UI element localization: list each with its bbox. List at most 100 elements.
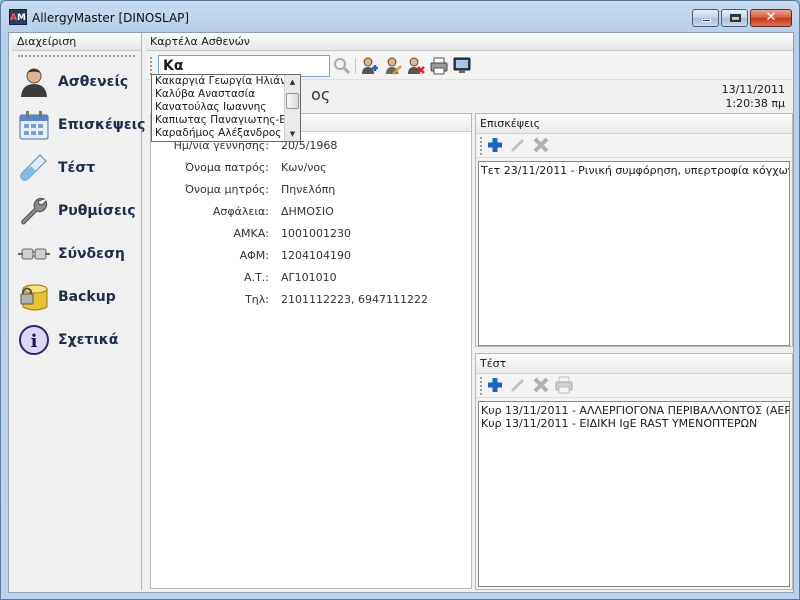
sidebar-item-backup[interactable]: Backup <box>18 277 142 317</box>
tests-list[interactable]: Κυρ 13/11/2011 - ΑΛΛΕΡΓΙΟΓΟΝΑ ΠΕΡΙΒΑΛΛΟΝ… <box>478 401 790 587</box>
toolbar-grip[interactable] <box>480 137 483 155</box>
close-icon: ✕ <box>765 10 777 25</box>
current-date: 13/11/2011 <box>721 83 785 96</box>
pencil-icon <box>510 138 525 153</box>
visits-toolbar <box>476 134 792 158</box>
list-item[interactable]: Κυρ 13/11/2011 - ΑΛΛΕΡΓΙΟΓΟΝΑ ΠΕΡΙΒΑΛΛΟΝ… <box>481 404 789 417</box>
sidebar-item-settings[interactable]: Ρυθμίσεις <box>18 191 142 231</box>
sidebar-item-patients[interactable]: Ασθενείς <box>18 62 142 102</box>
delete-user-icon <box>408 57 425 74</box>
maximize-icon <box>730 14 741 22</box>
minimize-icon <box>702 19 711 22</box>
delete-visit-button[interactable] <box>532 136 550 154</box>
detail-field: Όνομα πατρός: Κων/νος <box>151 161 471 177</box>
visits-list[interactable]: Τετ 23/11/2011 - Ρινική συμφόρηση, υπερτ… <box>478 161 790 346</box>
sidebar-item-label: Επισκέψεις <box>58 117 146 133</box>
scroll-up-icon[interactable]: ▲ <box>285 75 300 89</box>
delete-test-button[interactable] <box>532 376 550 394</box>
delete-patient-button[interactable] <box>407 57 425 75</box>
detail-field: Ασφάλεια: ΔΗΜΟΣΙΟ <box>151 205 471 221</box>
delete-x-icon <box>533 137 549 153</box>
close-button[interactable]: ✕ <box>750 9 792 27</box>
patient-autocomplete-dropdown[interactable]: Κακαργιά Γεωργία Ηλιάνα Καλύβα Αναστασία Κ… <box>151 74 301 142</box>
autocomplete-item[interactable]: Καλύβα Αναστασία <box>152 88 284 101</box>
app-logo-icon[interactable]: AM <box>9 9 27 25</box>
printer-icon <box>555 376 573 394</box>
scroll-down-icon[interactable]: ▼ <box>285 127 300 141</box>
window-title: AllergyMaster [DINOSLAP] <box>32 11 190 25</box>
detail-field: Όνομα μητρός: Πηνελόπη <box>151 183 471 199</box>
monitor-icon <box>453 57 471 73</box>
database-lock-icon <box>18 281 50 313</box>
add-test-button[interactable] <box>486 376 504 394</box>
detail-field-value: ΑΓ101010 <box>281 271 337 284</box>
minimize-button[interactable] <box>692 9 719 27</box>
printer-icon <box>430 57 448 75</box>
autocomplete-item[interactable]: Κανατούλας Ιωαννης <box>152 101 284 114</box>
sidebar-item-tests[interactable]: Τέστ <box>18 148 142 188</box>
calendar-icon <box>18 109 50 141</box>
sidebar-item-about[interactable]: i Σχετικά <box>18 320 142 360</box>
sidebar-item-label: Ρυθμίσεις <box>58 203 136 219</box>
app-window: AM AllergyMaster [DINOSLAP] ✕ Διαχείριση… <box>0 0 800 600</box>
print-button[interactable] <box>430 57 448 75</box>
detail-field-label: Α.Τ.: <box>244 271 269 284</box>
toolbar-separator <box>355 58 356 74</box>
detail-field-label: ΑΜΚΑ: <box>233 227 269 240</box>
sidebar-item-label: Backup <box>58 289 116 305</box>
detail-field-label: Όνομα πατρός: <box>185 161 269 174</box>
detail-field: Α.Τ.: ΑΓ101010 <box>151 271 471 287</box>
detail-field-label: Ασφάλεια: <box>212 205 269 218</box>
add-visit-button[interactable] <box>486 136 504 154</box>
sidebar-item-visits[interactable]: Επισκέψεις <box>18 105 146 145</box>
add-user-icon <box>362 57 378 74</box>
info-icon: i <box>18 324 50 356</box>
edit-visit-button[interactable] <box>509 136 527 154</box>
sidebar-item-connection[interactable]: Σύνδεση <box>18 234 142 274</box>
detail-field-label: Όνομα μητρός: <box>184 183 269 196</box>
edit-user-icon <box>386 57 402 75</box>
edit-patient-button[interactable] <box>384 57 402 75</box>
search-button[interactable] <box>333 57 351 75</box>
toolbar-grip[interactable] <box>480 377 483 395</box>
sidebar-item-label: Ασθενείς <box>58 74 129 90</box>
autocomplete-item[interactable]: Κακαργιά Γεωργία Ηλιάνα <box>152 75 284 88</box>
detail-field: ΑΦΜ: 1204104190 <box>151 249 471 265</box>
tests-header: Τέστ <box>476 354 792 374</box>
maximize-button[interactable] <box>721 9 748 27</box>
detail-field-value: Πηνελόπη <box>281 183 336 196</box>
patient-name-end: ος <box>311 85 331 104</box>
autocomplete-item[interactable]: Καραδήμος Αλέξανδρος <box>152 127 284 140</box>
delete-x-icon <box>533 377 549 393</box>
detail-field-value: 1001001230 <box>281 227 351 240</box>
dropdown-scrollbar[interactable]: ▲ ▼ <box>284 75 300 141</box>
detail-field-value: ΔΗΜΟΣΙΟ <box>281 205 334 218</box>
pencil-icon <box>510 378 525 393</box>
sidebar: Διαχείριση Ασθενείς Επισκέψεις Τέστ Ρυθμ… <box>12 33 146 590</box>
detail-field-value: 1204104190 <box>281 249 351 262</box>
tests-toolbar <box>476 374 792 398</box>
title-bar[interactable]: AM AllergyMaster [DINOSLAP] ✕ <box>1 1 799 32</box>
plus-icon <box>488 138 502 152</box>
visits-header: Επισκέψεις <box>476 114 792 134</box>
preview-button[interactable] <box>453 57 471 75</box>
sidebar-item-label: Σύνδεση <box>58 246 125 262</box>
patient-icon <box>18 66 50 98</box>
current-time: 1:20:38 πμ <box>725 97 785 110</box>
svg-text:i: i <box>31 331 38 352</box>
detail-field-value: Κων/νος <box>281 161 327 174</box>
list-item[interactable]: Τετ 23/11/2011 - Ρινική συμφόρηση, υπερτ… <box>481 164 789 177</box>
toolbar-grip[interactable] <box>150 57 153 75</box>
detail-field-label: Τηλ: <box>245 293 269 306</box>
list-item[interactable]: Κυρ 13/11/2011 - ΕΙΔΙΚΗ IgE RAST ΥΜΕΝΟΠΤ… <box>481 417 787 430</box>
add-patient-button[interactable] <box>361 57 379 75</box>
autocomplete-item[interactable]: Καπιωτας Παναγιωτης-Ευσ <box>152 114 284 127</box>
sidebar-header: Διαχείριση <box>12 33 141 51</box>
test-tube-icon <box>18 152 50 184</box>
print-test-button[interactable] <box>555 376 573 394</box>
current-datetime: 13/11/2011 1:20:38 πμ <box>722 83 785 111</box>
scroll-thumb[interactable] <box>286 93 299 109</box>
visits-panel: Επισκέψεις Τετ 23/11/2011 - Ρινική συμφό… <box>475 113 793 347</box>
detail-field-label: ΑΦΜ: <box>239 249 269 262</box>
edit-test-button[interactable] <box>509 376 527 394</box>
